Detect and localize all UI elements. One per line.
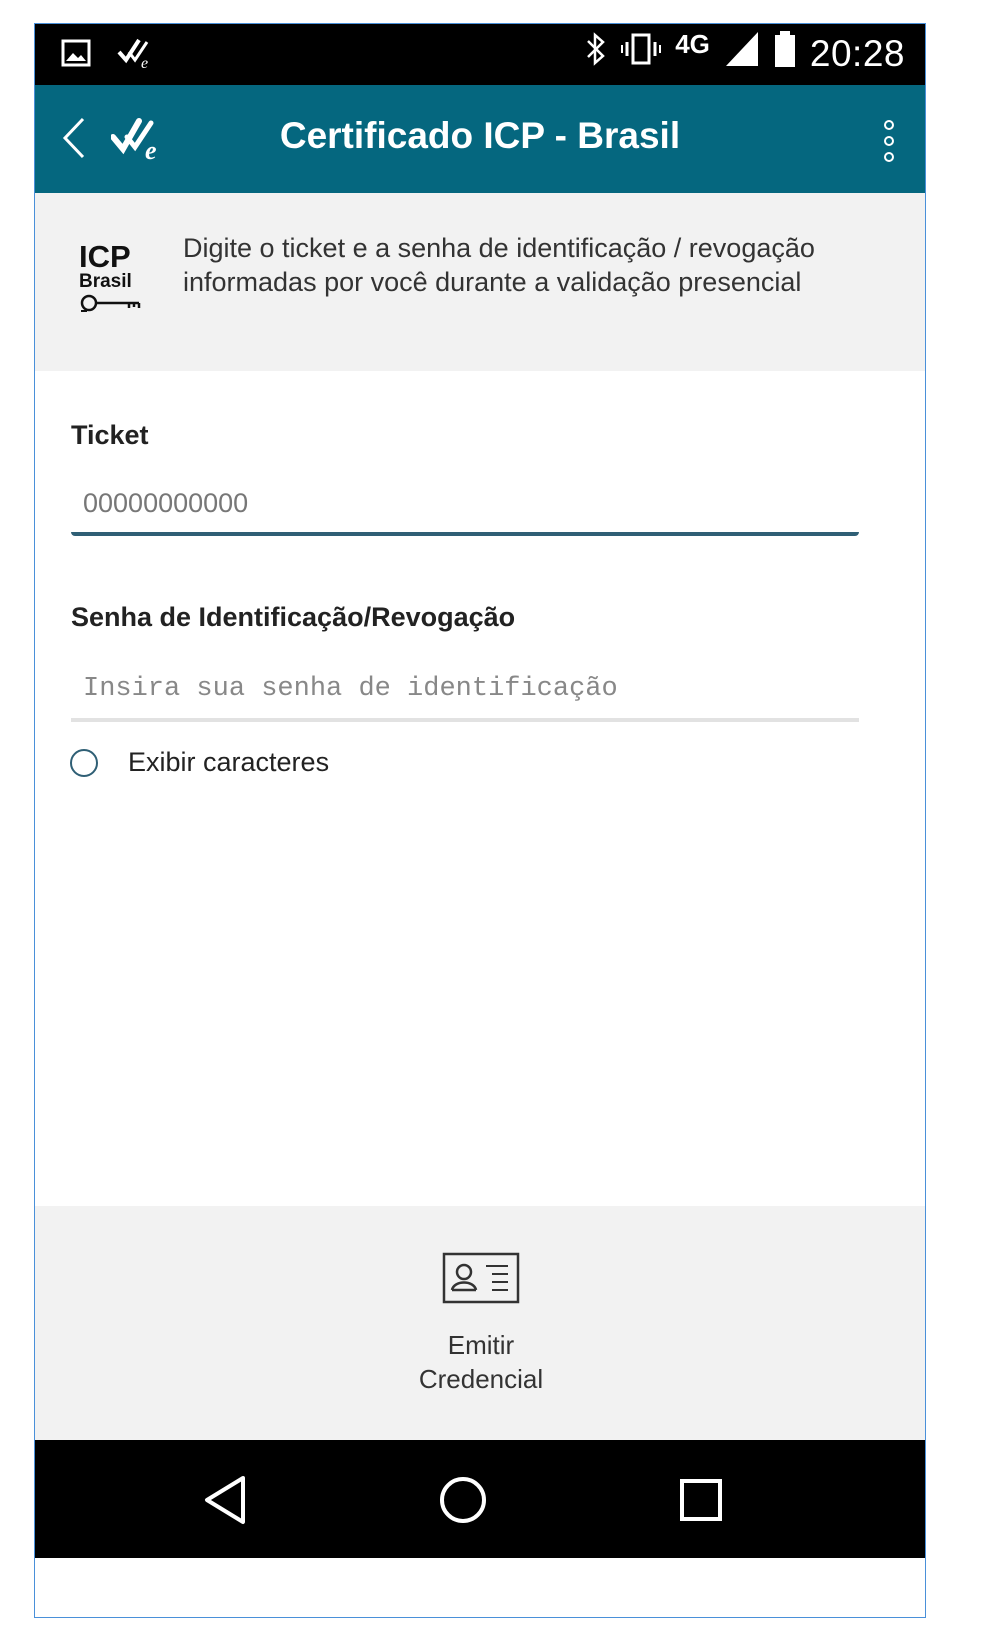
status-bar: e 4G 20:28 <box>35 24 925 85</box>
network-type: 4G <box>675 28 710 59</box>
app-bar: e Certificado ICP - Brasil <box>35 85 925 193</box>
vibrate-icon <box>621 32 662 76</box>
home-nav-icon <box>440 1477 486 1523</box>
show-characters-radio[interactable] <box>70 748 98 777</box>
info-banner: ICP Brasil Digite o ticket e a senha de i… <box>35 193 925 371</box>
emit-label-line2: Credencial <box>418 1364 544 1394</box>
footer-panel: Emitir Credencial <box>35 1206 925 1440</box>
instructions-text: Digite o ticket e a senha de identificaç… <box>183 233 815 297</box>
logo-text-icp: ICP <box>79 239 131 274</box>
ticket-label: Ticket <box>71 420 149 450</box>
phone-screen: e 4G 20:28 e Certificado ICP - Brasil IC… <box>34 23 926 1618</box>
key-icon <box>80 294 141 312</box>
back-nav-icon <box>205 1476 245 1524</box>
signal-icon <box>724 30 760 78</box>
nav-back-button[interactable] <box>193 1468 257 1532</box>
senha-input[interactable] <box>71 660 859 722</box>
show-characters-label: Exibir caracteres <box>128 747 330 777</box>
recents-nav-icon <box>680 1479 722 1521</box>
id-card-icon <box>442 1252 520 1304</box>
emit-credential-button[interactable]: Emitir Credencial <box>355 1252 607 1412</box>
icp-brasil-logo: ICP Brasil <box>77 239 147 325</box>
senha-label: Senha de Identificação/Revogação <box>71 602 516 632</box>
ticket-input[interactable] <box>71 474 859 536</box>
nav-home-button[interactable] <box>431 1468 495 1532</box>
clock: 20:28 <box>809 33 905 74</box>
app-check-icon: e <box>117 36 157 75</box>
more-options-button[interactable] <box>879 115 899 167</box>
navigation-bar <box>35 1440 925 1558</box>
more-vertical-icon <box>884 120 894 162</box>
bluetooth-icon <box>585 31 607 77</box>
logo-text-brasil: Brasil <box>79 271 132 292</box>
page-title: Certificado ICP - Brasil <box>279 115 681 156</box>
nav-recents-button[interactable] <box>669 1468 733 1532</box>
image-icon <box>61 39 91 72</box>
show-characters-toggle[interactable]: Exibir caracteres <box>70 747 329 778</box>
svg-text:e: e <box>141 55 148 70</box>
emit-label-line1: Emitir <box>447 1330 515 1360</box>
battery-icon <box>774 30 796 78</box>
